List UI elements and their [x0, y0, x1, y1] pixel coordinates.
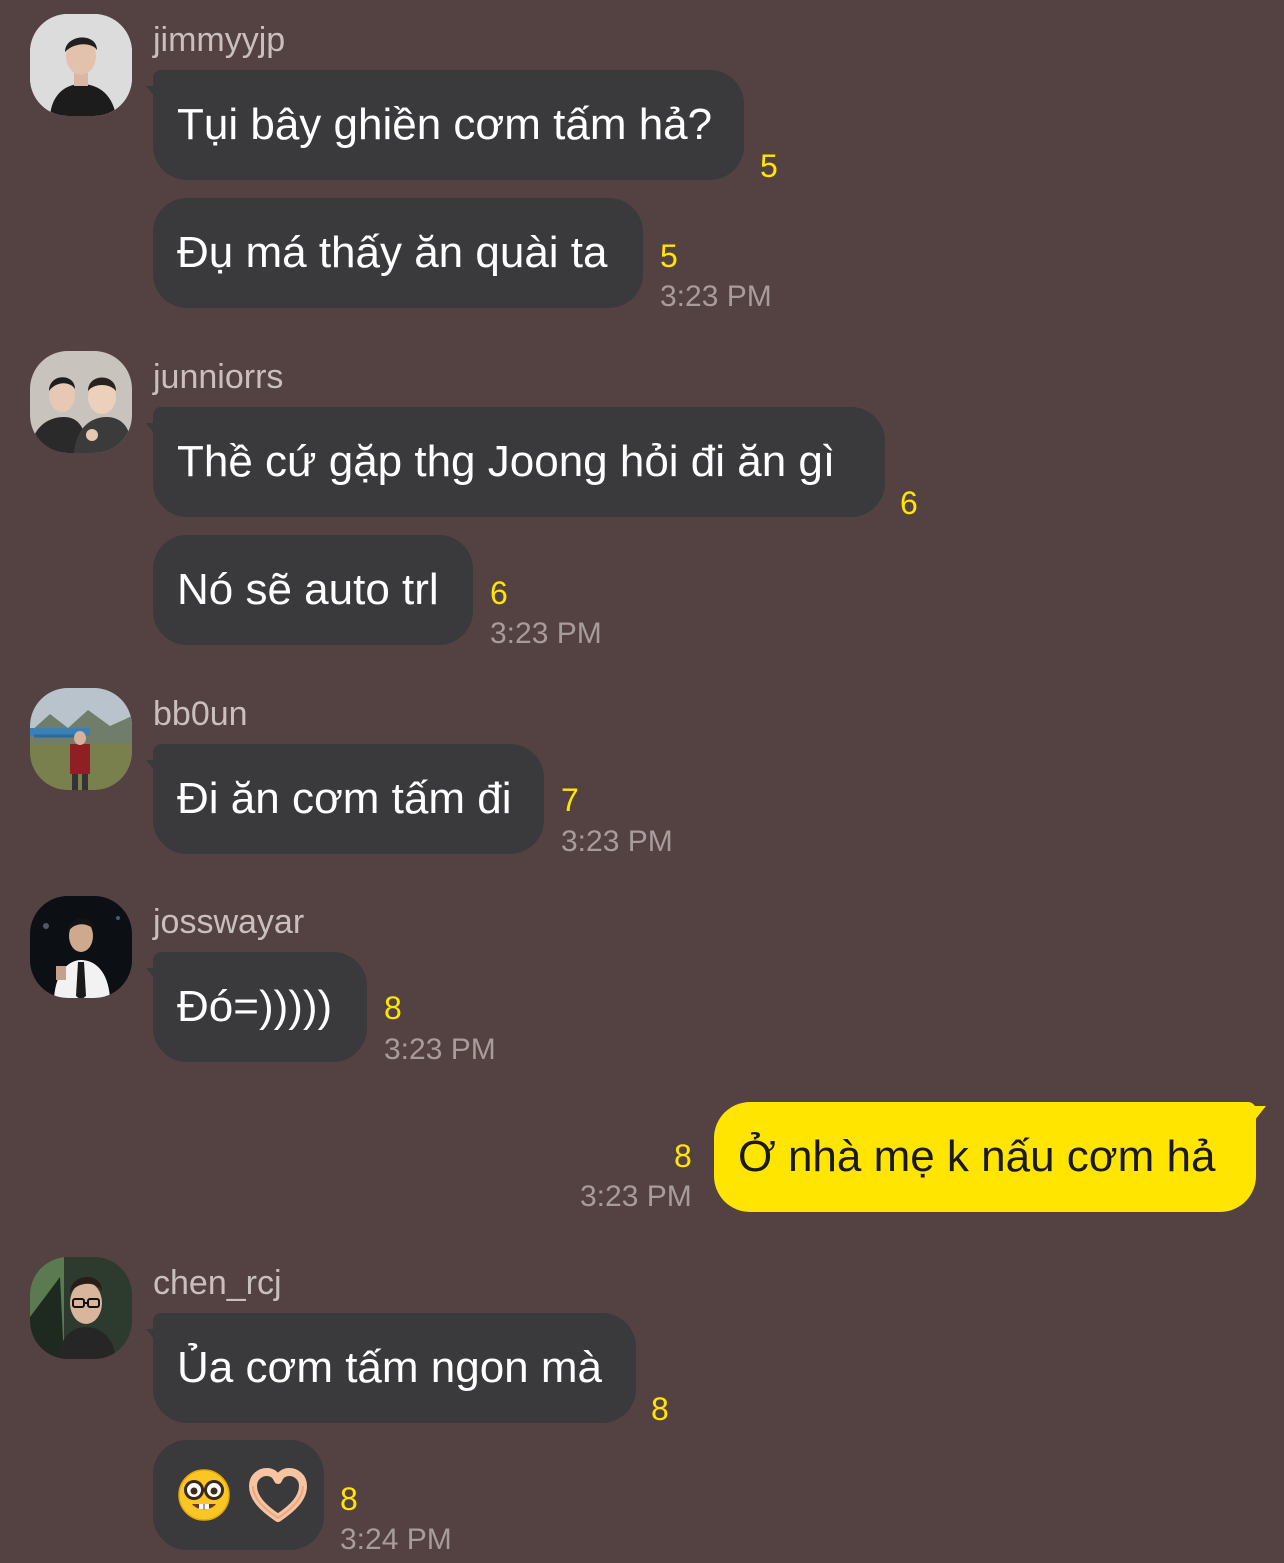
landscape-person-icon — [30, 688, 132, 790]
unread-count: 8 — [384, 990, 402, 1026]
two-people-portrait-icon — [30, 351, 132, 453]
message-bubble[interactable]: Ủa cơm tấm ngon mà — [153, 1313, 636, 1423]
message-bubble[interactable]: Nó sẽ auto trl — [153, 535, 473, 645]
unread-count: 8 — [340, 1481, 358, 1517]
avatar-jimmyyjp[interactable] — [30, 14, 132, 116]
unread-count: 7 — [561, 782, 579, 818]
unread-count: 8 — [674, 1138, 692, 1174]
message-timestamp: 3:23 PM — [384, 1033, 496, 1066]
message-text: Ở nhà mẹ k nấu cơm hả — [738, 1132, 1216, 1181]
message-text: Nó sẽ auto trl — [177, 565, 439, 614]
message-timestamp: 3:23 PM — [561, 825, 673, 858]
sender-name: bb0un — [153, 695, 248, 733]
message-text: Ủa cơm tấm ngon mà — [177, 1343, 603, 1392]
avatar-junniorrs[interactable] — [30, 351, 132, 453]
message-text: Tụi bây ghiền cơm tấm hả? — [177, 100, 713, 149]
unread-count: 6 — [490, 575, 508, 611]
message-bubble[interactable]: Đụ má thấy ăn quài ta — [153, 198, 643, 308]
unread-count: 5 — [760, 148, 778, 184]
message-bubble[interactable]: Tụi bây ghiền cơm tấm hả? — [153, 70, 744, 180]
message-bubble[interactable]: Đó=))))) — [153, 952, 367, 1062]
person-portrait-icon — [30, 14, 132, 116]
message-bubble[interactable]: Thề cứ gặp thg Joong hỏi đi ăn gì — [153, 407, 885, 517]
unread-count: 8 — [651, 1391, 669, 1427]
message-timestamp: 3:23 PM — [490, 617, 602, 650]
own-message-bubble[interactable]: Ở nhà mẹ k nấu cơm hả — [714, 1102, 1256, 1212]
heart-hands-emoji — [249, 1468, 307, 1522]
sender-name: jimmyyjp — [153, 21, 286, 59]
message-bubble[interactable]: Đi ăn cơm tấm đi — [153, 744, 544, 854]
sender-name: chen_rcj — [153, 1264, 282, 1302]
bubble-tail — [1250, 1106, 1266, 1126]
unread-count: 5 — [660, 238, 678, 274]
message-text: Thề cứ gặp thg Joong hỏi đi ăn gì — [177, 437, 836, 486]
sender-name: josswayar — [153, 903, 305, 941]
message-text: Đụ má thấy ăn quài ta — [177, 228, 608, 277]
avatar-chen_rcj[interactable] — [30, 1257, 132, 1359]
person-glasses-icon — [30, 1257, 132, 1359]
message-timestamp: 3:24 PM — [340, 1523, 452, 1556]
avatar-josswayar[interactable] — [30, 896, 132, 998]
avatar-bb0un[interactable] — [30, 688, 132, 790]
message-text: Đi ăn cơm tấm đi — [177, 774, 512, 823]
message-text: Đó=))))) — [177, 982, 333, 1031]
emoji-message-bubble[interactable] — [153, 1440, 324, 1550]
person-shirt-tie-icon — [30, 896, 132, 998]
nerd-face-emoji — [178, 1469, 230, 1521]
sender-name: junniorrs — [153, 358, 284, 396]
unread-count: 6 — [900, 485, 918, 521]
chat-thread[interactable]: jimmyyjp Tụi bây ghiền cơm tấm hả? 5 Đụ … — [0, 0, 1284, 1563]
message-timestamp: 3:23 PM — [660, 280, 772, 313]
message-timestamp: 3:23 PM — [580, 1180, 692, 1213]
